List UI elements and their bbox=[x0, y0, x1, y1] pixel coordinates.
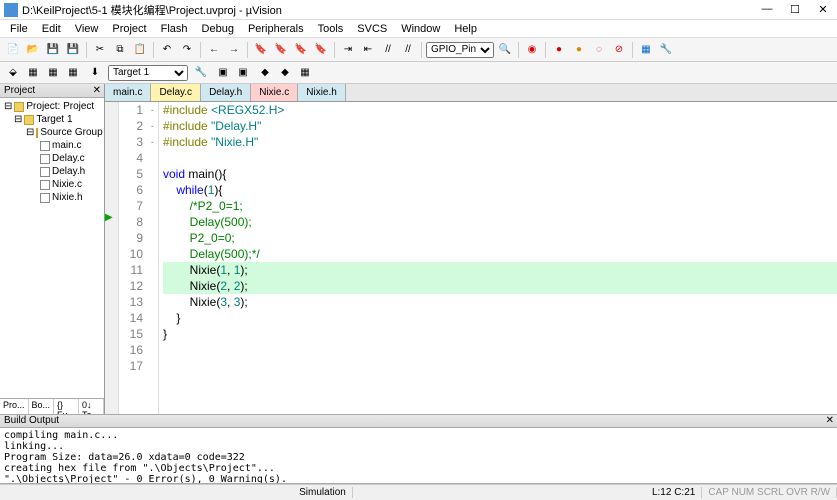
status-sim: Simulation bbox=[293, 487, 353, 498]
save-icon[interactable]: 💾 bbox=[44, 41, 62, 59]
statusbar: Simulation L:12 C:21 CAP NUM SCRL OVR R/… bbox=[0, 484, 837, 500]
tree-file[interactable]: Delay.c bbox=[2, 152, 102, 165]
line-numbers: 1234567891011121314151617 bbox=[119, 102, 147, 414]
sidebar-close-icon[interactable]: ✕ bbox=[93, 85, 104, 96]
maximize-button[interactable]: ☐ bbox=[785, 3, 805, 16]
indent-icon[interactable]: ⇥ bbox=[339, 41, 357, 59]
editor-tab[interactable]: Nixie.h bbox=[298, 84, 346, 101]
close-button[interactable]: ✕ bbox=[813, 3, 833, 16]
fold-gutter[interactable]: --- bbox=[147, 102, 159, 414]
options-icon[interactable]: 🔧 bbox=[192, 64, 210, 82]
t5-icon[interactable]: ▦ bbox=[296, 64, 314, 82]
comment-icon[interactable]: // bbox=[379, 41, 397, 59]
uncomment-icon[interactable]: // bbox=[399, 41, 417, 59]
menu-window[interactable]: Window bbox=[395, 22, 446, 36]
tree-group[interactable]: ⊟Source Group 1 bbox=[2, 126, 102, 139]
app-icon bbox=[4, 3, 18, 17]
tree-target[interactable]: ⊟Target 1 bbox=[2, 113, 102, 126]
open-icon[interactable]: 📂 bbox=[24, 41, 42, 59]
sidebar-tab[interactable]: {} Fu... bbox=[54, 399, 79, 414]
outdent-icon[interactable]: ⇤ bbox=[359, 41, 377, 59]
bookmark-icon[interactable]: 🔖 bbox=[252, 41, 270, 59]
editor-tab[interactable]: Nixie.c bbox=[251, 84, 298, 101]
bp3-icon[interactable]: ◌ bbox=[590, 41, 608, 59]
output-title: Build Output✕ bbox=[0, 414, 837, 428]
target-combo[interactable]: Target 1 bbox=[108, 65, 188, 81]
download-icon[interactable]: ⬇ bbox=[86, 64, 104, 82]
t3-icon[interactable]: ◆ bbox=[256, 64, 274, 82]
code-content[interactable]: #include <REGX52.H> #include "Delay.H" #… bbox=[159, 102, 837, 414]
toolbar-build: ⬙ ▦ ▦ ▦ ⬇ Target 1 🔧 ▣ ▣ ◆ ◆ ▦ bbox=[0, 62, 837, 84]
debug-icon[interactable]: ◉ bbox=[523, 41, 541, 59]
find-combo[interactable]: GPIO_Pin bbox=[426, 42, 494, 58]
undo-icon[interactable]: ↶ bbox=[158, 41, 176, 59]
menu-svcs[interactable]: SVCS bbox=[351, 22, 393, 36]
redo-icon[interactable]: ↷ bbox=[178, 41, 196, 59]
menu-debug[interactable]: Debug bbox=[196, 22, 240, 36]
toolbar-main: 📄 📂 💾 💾 ✂ ⧉ 📋 ↶ ↷ ← → 🔖 🔖 🔖 🔖 ⇥ ⇤ // // … bbox=[0, 38, 837, 62]
back-icon[interactable]: ← bbox=[205, 41, 223, 59]
t1-icon[interactable]: ▣ bbox=[214, 64, 232, 82]
status-pos: L:12 C:21 bbox=[646, 487, 702, 498]
bookmark2-icon[interactable]: 🔖 bbox=[272, 41, 290, 59]
tree-file[interactable]: Nixie.h bbox=[2, 191, 102, 204]
t4-icon[interactable]: ◆ bbox=[276, 64, 294, 82]
menu-project[interactable]: Project bbox=[106, 22, 152, 36]
bp2-icon[interactable]: ● bbox=[570, 41, 588, 59]
find-icon[interactable]: 🔍 bbox=[496, 41, 514, 59]
tree-file[interactable]: Nixie.c bbox=[2, 178, 102, 191]
menu-view[interactable]: View bbox=[69, 22, 105, 36]
project-sidebar: Project✕ ⊟Project: Project ⊟Target 1 ⊟So… bbox=[0, 84, 105, 414]
titlebar: D:\KeilProject\5-1 模块化编程\Project.uvproj … bbox=[0, 0, 837, 20]
exec-arrow-icon: ▶ bbox=[105, 212, 113, 223]
build-output[interactable]: compiling main.c... linking... Program S… bbox=[0, 428, 837, 484]
rebuild-icon[interactable]: ▦ bbox=[44, 64, 62, 82]
new-icon[interactable]: 📄 bbox=[4, 41, 22, 59]
project-tree[interactable]: ⊟Project: Project ⊟Target 1 ⊟Source Grou… bbox=[0, 98, 104, 398]
bookmark3-icon[interactable]: 🔖 bbox=[292, 41, 310, 59]
editor-tab[interactable]: main.c bbox=[105, 84, 151, 101]
status-caps: CAP NUM SCRL OVR R/W bbox=[702, 487, 837, 498]
menu-peripherals[interactable]: Peripherals bbox=[242, 22, 310, 36]
code-editor[interactable]: ▶ 1234567891011121314151617 --- #include… bbox=[105, 102, 837, 414]
menu-edit[interactable]: Edit bbox=[36, 22, 67, 36]
bp4-icon[interactable]: ⊘ bbox=[610, 41, 628, 59]
minimize-button[interactable]: — bbox=[757, 3, 777, 16]
output-close-icon[interactable]: ✕ bbox=[826, 415, 837, 427]
t2-icon[interactable]: ▣ bbox=[234, 64, 252, 82]
sidebar-tabs: Pro...Bo...{} Fu...0↓ Te... bbox=[0, 398, 104, 414]
editor-tabs: main.cDelay.cDelay.hNixie.cNixie.h bbox=[105, 84, 837, 102]
fwd-icon[interactable]: → bbox=[225, 41, 243, 59]
tree-root[interactable]: ⊟Project: Project bbox=[2, 100, 102, 113]
editor-tab[interactable]: Delay.h bbox=[201, 84, 251, 101]
menubar: FileEditViewProjectFlashDebugPeripherals… bbox=[0, 20, 837, 38]
main-area: Project✕ ⊟Project: Project ⊟Target 1 ⊟So… bbox=[0, 84, 837, 414]
saveall-icon[interactable]: 💾 bbox=[64, 41, 82, 59]
cut-icon[interactable]: ✂ bbox=[91, 41, 109, 59]
window-title: D:\KeilProject\5-1 模块化编程\Project.uvproj … bbox=[22, 2, 757, 18]
menu-flash[interactable]: Flash bbox=[155, 22, 194, 36]
sidebar-tab[interactable]: 0↓ Te... bbox=[79, 399, 104, 414]
sidebar-tab[interactable]: Bo... bbox=[29, 399, 55, 414]
copy-icon[interactable]: ⧉ bbox=[111, 41, 129, 59]
bp-icon[interactable]: ● bbox=[550, 41, 568, 59]
menu-tools[interactable]: Tools bbox=[312, 22, 350, 36]
sidebar-tab[interactable]: Pro... bbox=[0, 399, 29, 414]
window-icon[interactable]: ▦ bbox=[637, 41, 655, 59]
bookmark4-icon[interactable]: 🔖 bbox=[312, 41, 330, 59]
editor-area: main.cDelay.cDelay.hNixie.cNixie.h ▶ 123… bbox=[105, 84, 837, 414]
menu-help[interactable]: Help bbox=[448, 22, 483, 36]
tree-file[interactable]: Delay.h bbox=[2, 165, 102, 178]
tree-file[interactable]: main.c bbox=[2, 139, 102, 152]
paste-icon[interactable]: 📋 bbox=[131, 41, 149, 59]
sidebar-title: Project✕ bbox=[0, 84, 104, 98]
build-icon[interactable]: ▦ bbox=[24, 64, 42, 82]
menu-file[interactable]: File bbox=[4, 22, 34, 36]
config-icon[interactable]: 🔧 bbox=[657, 41, 675, 59]
editor-tab[interactable]: Delay.c bbox=[151, 84, 201, 101]
breakpoint-gutter[interactable]: ▶ bbox=[105, 102, 119, 414]
translate-icon[interactable]: ⬙ bbox=[4, 64, 22, 82]
batch-icon[interactable]: ▦ bbox=[64, 64, 82, 82]
window-buttons: — ☐ ✕ bbox=[757, 3, 833, 16]
